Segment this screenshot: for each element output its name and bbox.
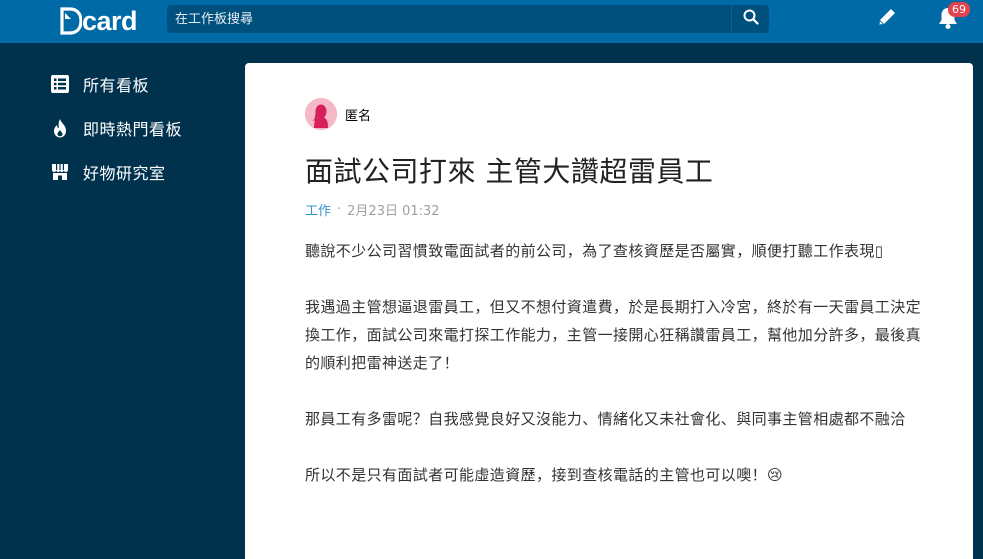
post-paragraph: 那員工有多雷呢？自我感覺良好又沒能力、情緒化又未社會化、與同事主管相處都不融洽 bbox=[305, 410, 906, 428]
author-name: 匿名 bbox=[345, 108, 372, 124]
sidebar-item-goods-lab[interactable]: 好物研究室 bbox=[50, 158, 166, 186]
post-title: 面試公司打來 主管大讚超雷員工 bbox=[305, 155, 714, 188]
forum-link[interactable]: 工作 bbox=[305, 200, 331, 219]
notification-badge: 69 bbox=[948, 2, 970, 17]
search-input[interactable] bbox=[175, 5, 730, 33]
write-post-button[interactable] bbox=[874, 6, 900, 32]
post-paragraph: 聽說不少公司習慣致電面試者的前公司，為了查核資歷是否屬實，順便打聽工作表現▯ bbox=[305, 242, 884, 260]
dcard-logo-icon bbox=[60, 7, 83, 35]
sidebar-item-label: 所有看板 bbox=[83, 76, 150, 95]
top-navbar: card 69 bbox=[0, 0, 983, 43]
sidebar-item-all-boards[interactable]: 所有看板 bbox=[50, 70, 149, 98]
sidebar-item-trending-boards[interactable]: 即時熱門看板 bbox=[50, 114, 182, 142]
search-button[interactable] bbox=[731, 5, 769, 33]
post-date: 2月23日 01:32 bbox=[347, 204, 440, 219]
pencil-icon bbox=[876, 6, 898, 32]
search-icon bbox=[743, 9, 759, 29]
fire-icon bbox=[50, 118, 70, 138]
sidebar-item-label: 即時熱門看板 bbox=[83, 120, 183, 139]
sidebar-item-label: 好物研究室 bbox=[83, 164, 166, 183]
post-paragraph: 我遇過主管想逼退雷員工，但又不想付資遣費，於是長期打入冷宮，終於有一天雷員工決定… bbox=[305, 298, 922, 372]
post-paragraph: 所以不是只有面試者可能虛造資歷，接到查核電話的主管也可以噢！😢 bbox=[305, 466, 784, 484]
post-meta: 工作 · 2月23日 01:32 bbox=[305, 200, 440, 219]
store-icon bbox=[50, 162, 70, 182]
sidebar: 所有看板 即時熱門看板 好物研究室 bbox=[0, 43, 245, 559]
list-icon bbox=[50, 74, 70, 94]
post-author: 匿名 bbox=[305, 98, 371, 130]
post-card: 匿名 面試公司打來 主管大讚超雷員工 工作 · 2月23日 01:32 聽說不少… bbox=[245, 63, 973, 559]
avatar[interactable] bbox=[305, 98, 337, 130]
post-body: 聽說不少公司習慣致電面試者的前公司，為了查核資歷是否屬實，順便打聽工作表現▯ 我… bbox=[305, 237, 925, 517]
search-bar bbox=[167, 5, 769, 33]
logo-text: card bbox=[82, 6, 138, 36]
meta-separator: · bbox=[337, 202, 342, 217]
dcard-logo[interactable]: card bbox=[60, 5, 138, 37]
